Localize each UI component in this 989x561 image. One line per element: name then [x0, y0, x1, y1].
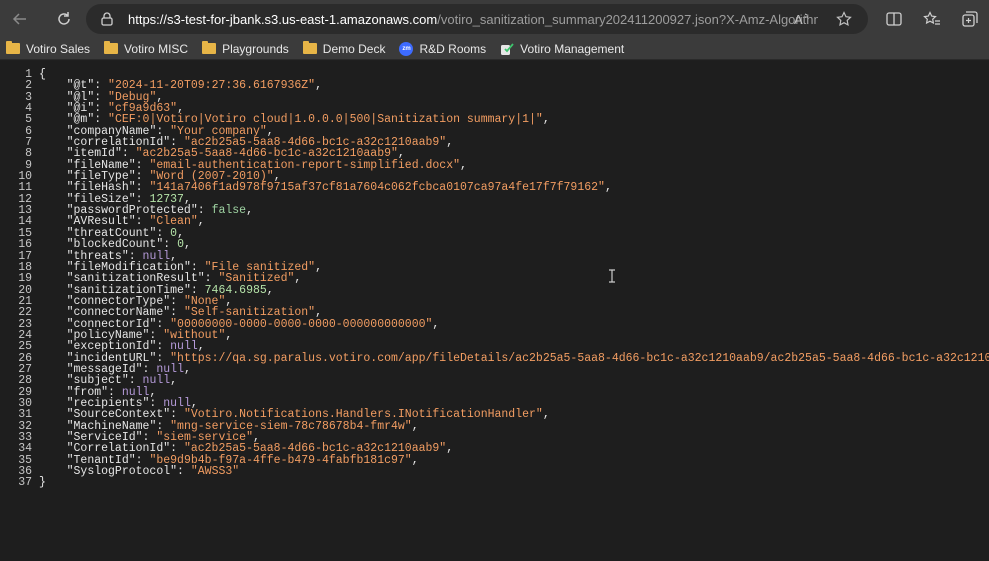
line-number: 2 — [25, 79, 32, 93]
json-key: SyslogProtocol — [73, 465, 171, 479]
line-number: 22 — [18, 306, 32, 320]
checkmark-app-icon — [500, 42, 514, 56]
json-brace: } — [39, 476, 46, 490]
browser-toolbar: https://s3-test-for-jbank.s3.us-east-1.a… — [0, 0, 989, 38]
zoom-room-icon: zm — [399, 41, 414, 56]
line-number: 34 — [18, 442, 32, 456]
folder-icon — [202, 41, 217, 54]
json-value: "141a7406f1ad978f9715af37cf81a7604c062fc… — [149, 181, 605, 195]
bookmark-label: Demo Deck — [322, 41, 386, 56]
json-line: "subject": null, — [39, 374, 178, 388]
json-code[interactable]: { "@t": "2024-11-20T09:27:36.6167936Z", … — [39, 69, 989, 489]
line-number: 19 — [18, 272, 32, 286]
url-text[interactable]: https://s3-test-for-jbank.s3.us-east-1.a… — [128, 12, 818, 27]
line-number: 25 — [18, 340, 32, 354]
line-number: 28 — [18, 374, 32, 388]
bookmark-demo-deck[interactable]: Demo Deck — [302, 41, 386, 56]
lock-icon[interactable] — [96, 12, 118, 26]
bookmark-label: Votiro Sales — [26, 41, 91, 56]
text-cursor-icon — [607, 269, 617, 283]
bookmark-label: R&D Rooms — [419, 41, 487, 56]
json-value: "AWSS3" — [190, 465, 240, 479]
bookmark-playgrounds[interactable]: Playgrounds — [202, 41, 289, 56]
json-line: "@t": "2024-11-20T09:27:36.6167936Z", — [39, 79, 322, 93]
bookmark-label: Playgrounds — [222, 41, 289, 56]
svg-text:A: A — [794, 12, 803, 26]
bookmark-votiro-misc[interactable]: Votiro MISC — [104, 41, 189, 56]
json-viewer[interactable]: 1 2 3 4 5 6 7 8 9 10 11 12 13 14 15 16 17 18 19 20 21 22 23 24 2… — [0, 61, 989, 561]
bookmark-votiro-management[interactable]: Votiro Management — [500, 42, 624, 56]
json-value: "https://qa.sg.paralus.votiro.com/app/fi… — [170, 351, 989, 365]
json-line: "SyslogProtocol": "AWSS3" — [39, 465, 240, 479]
bookmark-label: Votiro MISC — [124, 41, 189, 56]
bookmark-rd-rooms[interactable]: zm R&D Rooms — [399, 41, 487, 56]
json-value: 0 — [177, 238, 184, 252]
bookmark-votiro-sales[interactable]: Votiro Sales — [6, 41, 91, 56]
line-number: 31 — [18, 408, 32, 422]
read-aloud-icon[interactable]: A — [788, 5, 816, 33]
address-bar[interactable]: https://s3-test-for-jbank.s3.us-east-1.a… — [86, 4, 868, 34]
folder-icon — [302, 41, 317, 54]
url-path: /votiro_sanitization_summary202411200927… — [437, 11, 818, 27]
json-value: false — [211, 204, 247, 218]
line-number-gutter: 1 2 3 4 5 6 7 8 9 10 11 12 13 14 15 16 17 18 19 20 21 22 23 24 2… — [0, 69, 32, 489]
line-number: 37 — [18, 476, 32, 490]
refresh-icon[interactable] — [50, 5, 78, 33]
collections-icon[interactable] — [956, 5, 984, 33]
folder-icon — [104, 41, 119, 54]
url-host: https://s3-test-for-jbank.s3.us-east-1.a… — [128, 11, 438, 27]
favorites-icon[interactable] — [918, 5, 946, 33]
folder-icon — [6, 41, 20, 54]
bookmarks-bar: Votiro Sales Votiro MISC Playgrounds Dem… — [0, 38, 989, 60]
json-line: "messageId": null, — [39, 362, 191, 376]
json-line: "blockedCount": 0, — [39, 238, 191, 252]
bookmark-label: Votiro Management — [520, 41, 625, 56]
json-line: } — [39, 476, 989, 490]
split-screen-icon[interactable] — [880, 5, 908, 33]
line-number: 16 — [18, 238, 32, 252]
back-icon[interactable] — [6, 5, 34, 33]
favorite-star-icon[interactable] — [830, 5, 858, 33]
